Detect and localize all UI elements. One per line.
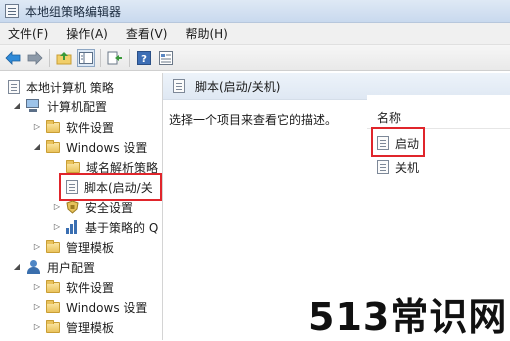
expand-arrow-icon[interactable]: ▷ <box>32 122 42 132</box>
tree-root-label: 本地计算机 策略 <box>26 80 114 95</box>
tree-root[interactable]: 本地计算机 策略 <box>8 77 114 97</box>
policy-document-icon <box>8 80 20 94</box>
menu-bar: 文件(F) 操作(A) 查看(V) 帮助(H) <box>0 23 510 45</box>
svg-text:?: ? <box>141 54 147 65</box>
folder-icon <box>46 299 60 313</box>
tree-policy-qos[interactable]: ▷ 基于策略的 Q <box>52 217 158 237</box>
toolbar-separator <box>49 48 50 67</box>
watermark: 513常识网 <box>308 295 508 339</box>
export-list-icon[interactable] <box>106 49 124 67</box>
title-bar: 本地组策略编辑器 <box>0 0 510 23</box>
description-text: 选择一个项目来查看它的描述。 <box>169 113 338 127</box>
tree-label: 用户配置 <box>47 260 96 275</box>
folder-icon <box>66 159 80 173</box>
menu-help[interactable]: 帮助(H) <box>185 25 227 42</box>
menu-action[interactable]: 操作(A) <box>66 25 108 42</box>
help-icon[interactable]: ? <box>135 49 153 67</box>
bar-chart-icon <box>66 220 80 234</box>
folder-icon <box>46 119 60 133</box>
script-document-icon <box>377 160 389 174</box>
show-hide-tree-icon[interactable] <box>77 48 95 67</box>
tree-label: Windows 设置 <box>66 300 148 315</box>
folder-icon <box>46 239 60 253</box>
up-folder-icon[interactable] <box>55 49 73 67</box>
tree-label: 基于策略的 Q <box>85 220 159 235</box>
policy-tree: 本地计算机 策略 ◢ 计算机配置 ▷ 软件设置 ◢ Windows 设置 域名解… <box>2 73 163 340</box>
expand-arrow-icon[interactable]: ▷ <box>32 282 42 292</box>
collapse-arrow-icon[interactable]: ◢ <box>12 101 22 111</box>
list-item-shutdown[interactable]: 关机 <box>377 157 419 177</box>
tree-user-admin-templates[interactable]: ▷ 管理模板 <box>32 317 114 337</box>
column-header-name[interactable]: 名称 <box>367 107 510 129</box>
folder-icon <box>46 279 60 293</box>
tree-admin-templates[interactable]: ▷ 管理模板 <box>32 237 114 257</box>
tree-windows-settings[interactable]: ◢ Windows 设置 <box>32 137 147 157</box>
expand-arrow-icon[interactable]: ▷ <box>52 202 62 212</box>
shield-icon <box>66 200 79 214</box>
collapse-arrow-icon[interactable]: ◢ <box>12 262 22 272</box>
script-document-icon <box>173 79 185 93</box>
expand-arrow-icon[interactable]: ▷ <box>32 322 42 332</box>
forward-arrow-icon[interactable] <box>26 49 44 67</box>
tree-security-settings[interactable]: ▷ 安全设置 <box>52 197 133 217</box>
folder-icon <box>46 139 60 153</box>
tree-user-software-settings[interactable]: ▷ 软件设置 <box>32 277 114 297</box>
window-title: 本地组策略编辑器 <box>25 4 122 19</box>
highlight-box-startup <box>371 127 425 157</box>
properties-icon[interactable] <box>157 49 175 67</box>
back-arrow-icon[interactable] <box>4 49 22 67</box>
toolbar: ? <box>0 45 510 71</box>
tree-user-config[interactable]: ◢ 用户配置 <box>12 257 95 277</box>
tree-label: 管理模板 <box>66 240 115 255</box>
menu-file[interactable]: 文件(F) <box>8 25 48 42</box>
folder-icon <box>46 319 60 333</box>
tree-label: 计算机配置 <box>47 99 108 114</box>
user-icon <box>26 260 42 274</box>
details-title: 脚本(启动/关机) <box>195 79 281 94</box>
expand-arrow-icon[interactable]: ▷ <box>32 242 42 252</box>
toolbar-separator <box>100 48 101 67</box>
tree-label: 软件设置 <box>66 120 115 135</box>
tree-label: 软件设置 <box>66 280 115 295</box>
tree-label: 管理模板 <box>66 320 115 335</box>
tree-software-settings[interactable]: ▷ 软件设置 <box>32 117 114 137</box>
tree-label: Windows 设置 <box>66 140 148 155</box>
policy-editor-icon <box>5 4 19 18</box>
menu-view[interactable]: 查看(V) <box>126 25 168 42</box>
tree-label: 安全设置 <box>85 200 134 215</box>
toolbar-separator <box>129 48 130 67</box>
expand-arrow-icon[interactable]: ▷ <box>32 302 42 312</box>
expand-arrow-icon[interactable]: ▷ <box>52 222 62 232</box>
tree-computer-config[interactable]: ◢ 计算机配置 <box>12 96 107 116</box>
computer-icon <box>26 99 42 113</box>
collapse-arrow-icon[interactable]: ◢ <box>32 142 42 152</box>
tree-user-windows-settings[interactable]: ▷ Windows 设置 <box>32 297 147 317</box>
list-item-label: 关机 <box>395 160 420 175</box>
